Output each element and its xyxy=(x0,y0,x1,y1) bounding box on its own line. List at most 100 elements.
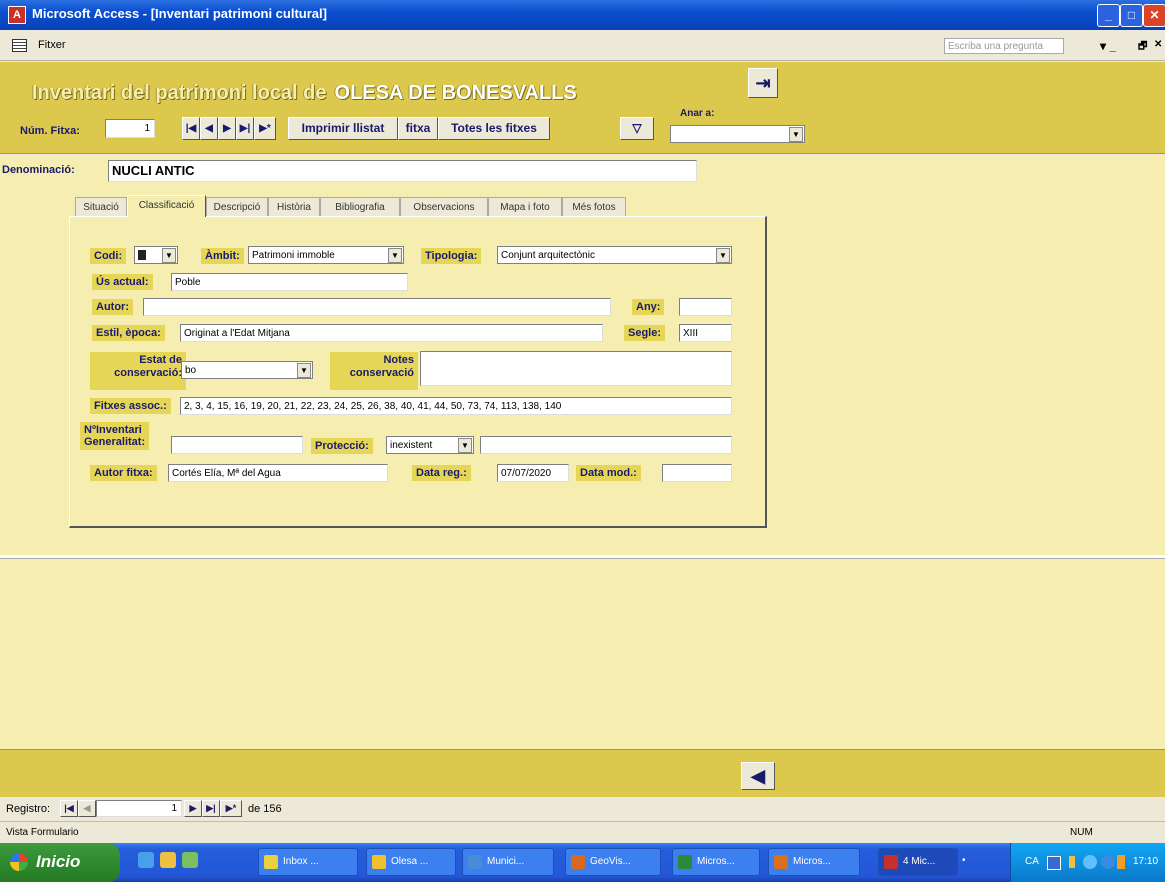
taskbar-item-olesa[interactable]: Olesa ... xyxy=(366,848,456,876)
rec-first-button[interactable]: |◀ xyxy=(60,800,78,817)
tray-network-icon[interactable] xyxy=(1083,855,1097,869)
codi-label: Codi: xyxy=(90,248,127,264)
prev-record-button[interactable]: ◀ xyxy=(200,117,218,140)
ninventari-label: NºInventari Generalitat: xyxy=(80,422,150,450)
tab-observacions[interactable]: Observacions xyxy=(400,197,488,217)
chevron-down-icon[interactable]: ▼ xyxy=(716,248,730,263)
print-card-button[interactable]: fitxa xyxy=(398,117,438,140)
desktop-quicklaunch-icon[interactable] xyxy=(182,852,198,868)
tray-language[interactable]: CA xyxy=(1025,843,1039,880)
num-fitxa-field[interactable]: 1 xyxy=(105,119,155,138)
doc-close-button[interactable]: ✕ xyxy=(1154,39,1162,50)
system-tray: CA 17:10 xyxy=(1010,843,1165,882)
tray-update-icon[interactable] xyxy=(1101,855,1115,869)
notes-conservacio-label: Notes conservació xyxy=(330,352,418,390)
goto-combo[interactable]: ▼ xyxy=(670,125,805,143)
chevron-down-icon[interactable]: ▼ xyxy=(789,127,803,142)
taskbar-item-excel[interactable]: Micros... xyxy=(672,848,760,876)
last-record-button[interactable]: ▶| xyxy=(236,117,254,140)
taskbar-item-label: Micros... xyxy=(793,856,831,867)
proteccio-detail-field[interactable] xyxy=(480,436,732,454)
rec-current-field[interactable]: 1 xyxy=(96,800,182,817)
notes-conservacio-field[interactable] xyxy=(420,351,732,386)
ninventari-label-line1: NºInventari xyxy=(84,424,142,436)
exit-door-icon: ⇥ xyxy=(755,73,771,93)
taskbar-item-access[interactable]: 4 Mic... xyxy=(878,848,958,876)
filter-icon: ▽ xyxy=(632,121,642,135)
chevron-down-icon[interactable]: ▼ xyxy=(388,248,402,263)
data-reg-field[interactable]: 07/07/2020 xyxy=(497,464,569,482)
fitxes-assoc-field[interactable]: 2, 3, 4, 15, 16, 19, 20, 21, 22, 23, 24,… xyxy=(180,397,732,415)
taskbar-item-label: Inbox ... xyxy=(283,856,319,867)
tray-volume-icon[interactable] xyxy=(1117,855,1125,869)
filter-button[interactable]: ▽ xyxy=(620,117,654,140)
title-bar[interactable]: A Microsoft Access - [Inventari patrimon… xyxy=(0,0,1165,30)
access-app-icon[interactable]: A xyxy=(8,6,26,24)
data-mod-field[interactable] xyxy=(662,464,732,482)
tipologia-combo[interactable]: Conjunt arquitectònic ▼ xyxy=(497,246,732,264)
taskbar-overflow-icon[interactable]: • xyxy=(962,855,966,866)
tab-situacio[interactable]: Situació xyxy=(75,197,127,217)
taskbar-item-label: GeoVis... xyxy=(590,856,631,867)
inbox-icon xyxy=(264,855,278,869)
doc-minimize-button[interactable]: ▾ _ xyxy=(1100,39,1116,53)
menu-item-fitxer[interactable]: Fitxer xyxy=(38,39,66,51)
rec-prev-button[interactable]: ◀ xyxy=(78,800,96,817)
tab-mes-fotos[interactable]: Més fotos xyxy=(562,197,626,217)
tab-classificacio[interactable]: Classificació xyxy=(127,195,206,217)
tab-descripcio[interactable]: Descripció xyxy=(206,197,268,217)
estil-epoca-field[interactable]: Originat a l'Edat Mitjana xyxy=(180,324,603,342)
first-record-button[interactable]: |◀ xyxy=(182,117,200,140)
start-button[interactable]: Inicio xyxy=(0,843,120,882)
status-numlock: NUM xyxy=(1070,827,1093,838)
record-navigator: Registro: |◀ ◀ 1 ▶ ▶| ▶* de 156 xyxy=(0,797,1165,821)
tray-help-icon[interactable] xyxy=(1069,856,1075,868)
ambit-combo[interactable]: Patrimoni immoble ▼ xyxy=(248,246,404,264)
tab-mapa-foto[interactable]: Mapa i foto xyxy=(488,197,562,217)
ninventari-field[interactable] xyxy=(171,436,303,454)
tray-keyboard-icon[interactable] xyxy=(1047,856,1061,870)
question-input[interactable]: Escriba una pregunta xyxy=(944,38,1064,54)
segle-field[interactable]: XIII xyxy=(679,324,732,342)
taskbar-item-geovis[interactable]: GeoVis... xyxy=(565,848,661,876)
autor-fitxa-field[interactable]: Cortés Elía, Mª del Agua xyxy=(168,464,388,482)
codi-combo[interactable]: ▼ xyxy=(134,246,178,264)
chevron-down-icon[interactable]: ▼ xyxy=(162,248,176,263)
minimize-button[interactable]: _ xyxy=(1097,4,1120,27)
proteccio-label: Protecció: xyxy=(311,438,373,454)
rec-next-button[interactable]: ▶ xyxy=(184,800,202,817)
print-list-button[interactable]: Imprimir llistat xyxy=(288,117,398,140)
chevron-down-icon[interactable]: ▼ xyxy=(458,438,472,453)
doc-restore-button[interactable]: 🗗 xyxy=(1138,39,1147,56)
taskbar-item-inbox[interactable]: Inbox ... xyxy=(258,848,358,876)
taskbar-item-munici[interactable]: Munici... xyxy=(462,848,554,876)
outlook-quicklaunch-icon[interactable] xyxy=(160,852,176,868)
autor-field[interactable] xyxy=(143,298,611,316)
new-record-button[interactable]: ▶* xyxy=(254,117,276,140)
tab-historia[interactable]: Història xyxy=(268,197,320,217)
exit-button[interactable]: ⇥ xyxy=(748,68,778,98)
estat-combo[interactable]: bo ▼ xyxy=(181,361,313,379)
next-record-button[interactable]: ▶ xyxy=(218,117,236,140)
start-label: Inicio xyxy=(36,852,81,871)
any-field[interactable] xyxy=(679,298,732,316)
tab-bibliografia[interactable]: Bibliografia xyxy=(320,197,400,217)
chevron-down-icon[interactable]: ▼ xyxy=(297,363,311,378)
rec-last-button[interactable]: ▶| xyxy=(202,800,220,817)
proteccio-combo[interactable]: inexistent ▼ xyxy=(386,436,474,454)
all-cards-button[interactable]: Totes les fitxes xyxy=(438,117,550,140)
us-actual-field[interactable]: Poble xyxy=(171,273,408,291)
goto-label: Anar a: xyxy=(680,108,715,119)
back-button[interactable]: ◀ xyxy=(741,762,775,790)
powerpoint-icon xyxy=(774,855,788,869)
taskbar-item-powerpoint[interactable]: Micros... xyxy=(768,848,860,876)
denominacio-field[interactable]: NUCLI ANTIC xyxy=(108,160,697,182)
estat-conservacio-label: Estat de conservació: xyxy=(90,352,186,390)
window-title: Microsoft Access - [Inventari patrimoni … xyxy=(32,6,327,21)
ie-quicklaunch-icon[interactable] xyxy=(138,852,154,868)
close-button[interactable]: ✕ xyxy=(1143,4,1165,27)
rec-new-button[interactable]: ▶* xyxy=(220,800,242,817)
maximize-button[interactable]: □ xyxy=(1120,4,1143,27)
app-icon xyxy=(468,855,482,869)
form-title-text: Inventari del patrimoni local de xyxy=(32,82,327,104)
